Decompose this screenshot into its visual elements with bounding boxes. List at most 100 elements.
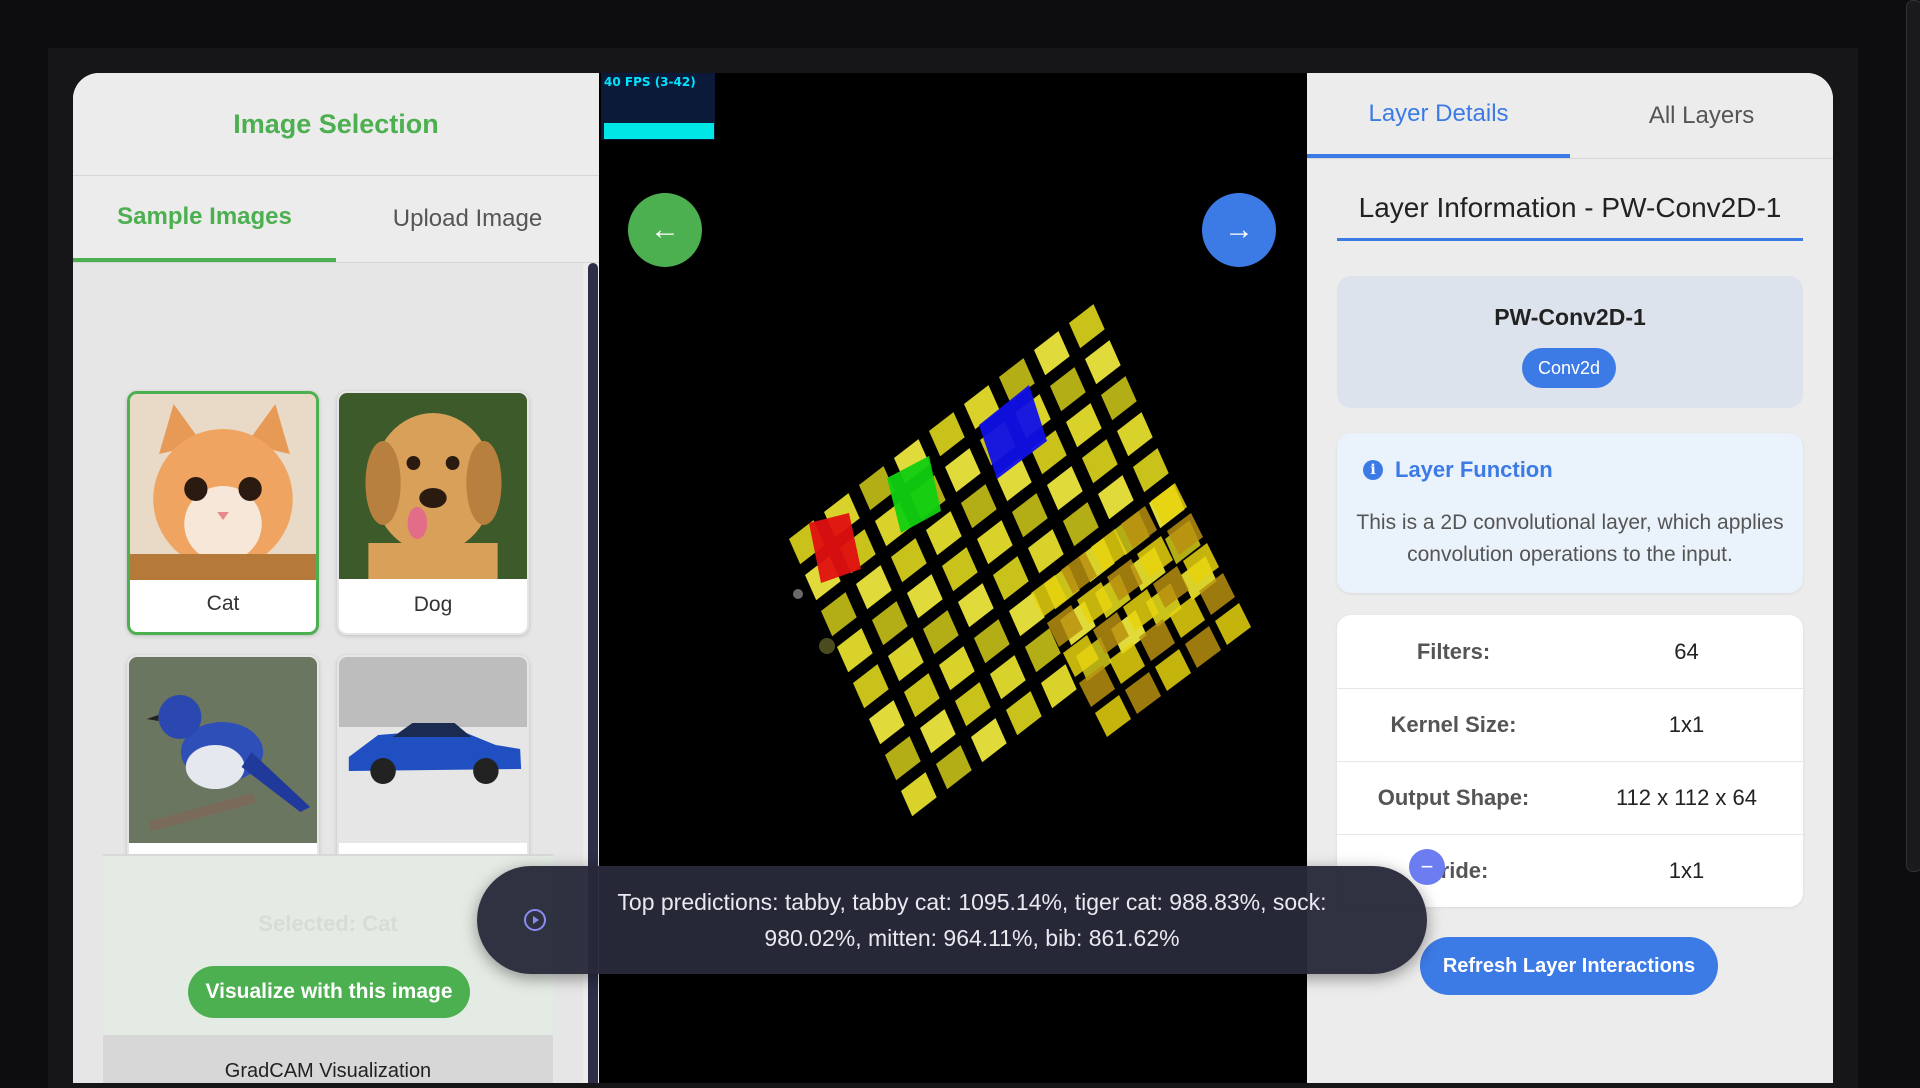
- feature-map-tile: [891, 538, 927, 583]
- fps-text: 40 FPS (3-42): [604, 75, 696, 89]
- feature-map-overlay-tile: [1125, 672, 1161, 714]
- feature-map-tile: [1006, 691, 1042, 736]
- feature-map-tile: [923, 610, 959, 655]
- feature-map-tile: [1047, 466, 1083, 511]
- layer-name: PW-Conv2D-1: [1494, 304, 1646, 330]
- feature-map-tile: [859, 466, 895, 511]
- feature-map-tile: [1028, 529, 1064, 574]
- feature-map-tile: [821, 592, 857, 637]
- feature-map-tile: [920, 709, 956, 754]
- feature-map-tile: [869, 700, 905, 745]
- feature-map-tile: [1117, 412, 1153, 457]
- feature-map-tile: [1098, 475, 1134, 520]
- feature-map-overlay-tile: [1095, 695, 1131, 737]
- layer-function-title: Layer Function: [1395, 457, 1553, 482]
- gradcam-section-title: GradCAM Visualization: [103, 1035, 553, 1083]
- feature-map-overlay-tile: [1139, 619, 1175, 661]
- feature-map-tile: [856, 565, 892, 610]
- feature-map-tile: [1085, 340, 1121, 385]
- feature-map-tile: [885, 736, 921, 781]
- feature-map-tile: [1063, 502, 1099, 547]
- property-value: 1x1: [1668, 711, 1705, 737]
- feature-map-tile: [1133, 448, 1169, 493]
- layer-function-heading: i Layer Function: [1363, 457, 1553, 483]
- layer-tabs: Layer Details All Layers: [1307, 73, 1833, 159]
- connection-node: [819, 638, 835, 654]
- feature-map-tile: [977, 520, 1013, 565]
- property-row: Kernel Size: 1x1: [1337, 688, 1803, 762]
- feature-map-overlay-tile: [1155, 649, 1191, 691]
- layer-info-title: Layer Information - PW-Conv2D-1: [1337, 178, 1803, 241]
- sample-label: Cat: [206, 592, 240, 615]
- predictions-text: Top predictions: tabby, tabby cat: 1095.…: [617, 889, 1327, 951]
- layer-summary-card: PW-Conv2D-1 Conv2d: [1337, 276, 1803, 408]
- connection-node: [793, 589, 803, 599]
- feature-map-tile: [961, 484, 997, 529]
- feature-map-tile: [990, 655, 1026, 700]
- tab-layer-details[interactable]: Layer Details: [1307, 73, 1570, 158]
- layer-function-card: i Layer Function This is a 2D convolutio…: [1337, 433, 1803, 593]
- feature-map-tile: [1069, 304, 1105, 349]
- feature-map-tile: [974, 619, 1010, 664]
- layer-function-text: This is a 2D convolutional layer, which …: [1356, 511, 1784, 566]
- visualize-button[interactable]: Visualize with this image: [188, 966, 470, 1018]
- property-value: 112 x 112 x 64: [1615, 784, 1758, 810]
- sample-label: Dog: [413, 593, 453, 616]
- feature-map-tile: [939, 646, 975, 691]
- property-key: Filters:: [1416, 638, 1491, 664]
- feature-map-tile: [955, 682, 991, 727]
- arrow-left-icon: ←: [650, 213, 680, 246]
- feature-map-overlay-tile: [1185, 626, 1221, 668]
- tab-upload-image[interactable]: Upload Image: [336, 176, 599, 262]
- feature-map-tile: [853, 664, 889, 709]
- refresh-layer-interactions-button[interactable]: Refresh Layer Interactions: [1420, 937, 1718, 995]
- feature-map-tile: [936, 745, 972, 790]
- tab-sample-images[interactable]: Sample Images: [73, 176, 336, 262]
- image-selection-title: Image Selection: [73, 73, 599, 176]
- property-value: 1x1: [1668, 857, 1705, 883]
- next-layer-button[interactable]: →: [1202, 193, 1276, 267]
- feature-map-tile: [901, 772, 937, 817]
- property-row: Filters: 64: [1337, 615, 1803, 689]
- feature-map-overlay-tile: [1109, 642, 1145, 684]
- predictions-toast: Top predictions: tabby, tabby cat: 1095.…: [477, 866, 1427, 974]
- layer-type-badge: Conv2d: [1522, 348, 1616, 388]
- play-circle-icon[interactable]: [523, 908, 547, 932]
- feature-map-tile: [1082, 439, 1118, 484]
- feature-map-tile: [929, 412, 965, 457]
- previous-layer-button[interactable]: ←: [628, 193, 702, 267]
- cat-thumbnail: [130, 394, 316, 580]
- dog-thumbnail: [339, 393, 527, 579]
- car-thumbnail: [339, 657, 527, 843]
- fps-graph: [604, 123, 714, 139]
- feature-map-tile: [958, 583, 994, 628]
- feature-map-tile: [907, 574, 943, 619]
- feature-map-tile: [1041, 664, 1077, 709]
- feature-map-tile: [1066, 403, 1102, 448]
- feature-map-tile: [945, 448, 981, 493]
- feature-map-tile: [1012, 493, 1048, 538]
- feature-map-tile: [971, 718, 1007, 763]
- feature-map-tile: [1034, 331, 1070, 376]
- info-icon: i: [1363, 460, 1383, 480]
- minimize-icon[interactable]: −: [1409, 849, 1445, 885]
- property-key: Kernel Size:: [1390, 711, 1517, 737]
- feature-map-tile: [904, 673, 940, 718]
- feature-map-tile: [1101, 376, 1137, 421]
- tab-all-layers[interactable]: All Layers: [1570, 73, 1833, 158]
- feature-map-overlay-tile: [1215, 603, 1251, 645]
- layer-properties-table: Filters: 64 Kernel Size: 1x1 Output Shap…: [1337, 615, 1803, 907]
- sample-card-cat[interactable]: Cat: [127, 391, 319, 635]
- feature-map-tile: [926, 511, 962, 556]
- feature-map-tile: [888, 637, 924, 682]
- feature-map-tile: [1050, 367, 1086, 412]
- sample-card-dog[interactable]: Dog: [337, 391, 529, 635]
- arrow-right-icon: →: [1224, 213, 1254, 246]
- page-scrollbar[interactable]: [1906, 0, 1920, 872]
- feature-map-tile: [993, 556, 1029, 601]
- property-row: Output Shape: 112 x 112 x 64: [1337, 761, 1803, 835]
- feature-map-tile: [837, 628, 873, 673]
- bird-thumbnail: [129, 657, 317, 843]
- property-key: Output Shape:: [1377, 784, 1530, 810]
- fps-monitor: 40 FPS (3-42): [601, 73, 715, 140]
